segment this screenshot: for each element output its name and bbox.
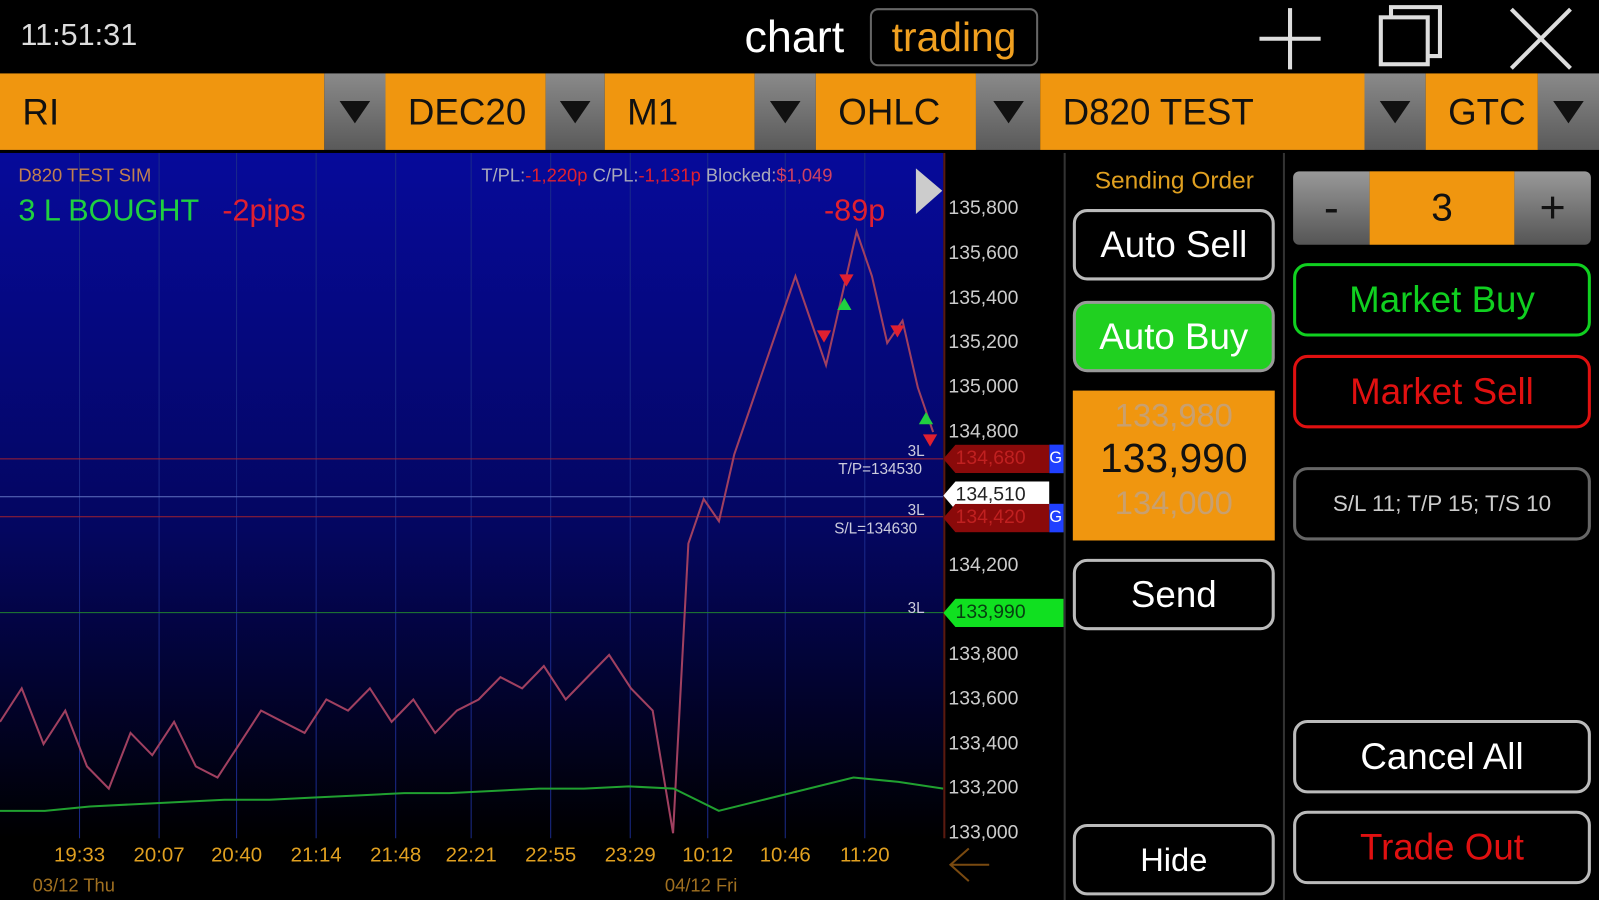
- x-tick-label: 23:29: [604, 844, 656, 867]
- hide-button[interactable]: Hide: [1072, 823, 1275, 896]
- send-button[interactable]: Send: [1072, 558, 1275, 631]
- y-tick-label: 135,800: [948, 198, 1019, 220]
- x-tick-label: 20:07: [133, 844, 185, 867]
- x-tick-label: 22:55: [525, 844, 577, 867]
- cpl-label: C/PL:: [592, 165, 639, 186]
- date-label-1: 03/12 Thu: [32, 874, 115, 896]
- x-tick-label: 11:20: [840, 844, 890, 867]
- market-sell-button[interactable]: Market Sell: [1293, 354, 1591, 429]
- duration-select[interactable]: GTC: [1425, 73, 1538, 150]
- sell-marker: [816, 330, 832, 343]
- price-series: [0, 227, 935, 834]
- play-icon[interactable]: [915, 168, 943, 215]
- chevron-down-icon[interactable]: [1364, 73, 1426, 150]
- sl-qty: 3L: [907, 501, 925, 520]
- qty-plus-button[interactable]: +: [1514, 171, 1591, 245]
- tp-badge: G: [1049, 444, 1064, 474]
- sl-label: S/L=134630: [834, 520, 918, 538]
- y-tick-label: 135,200: [948, 331, 1019, 354]
- sl-badge: G: [1049, 503, 1064, 533]
- y-tick-label: 133,600: [948, 688, 1019, 710]
- pl-summary: T/PL:-1,220p C/PL:-1,131p Blocked:$1,049: [481, 165, 832, 186]
- close-icon[interactable]: [1507, 5, 1574, 72]
- y-tick-label: 133,000: [948, 821, 1019, 844]
- blocked-value: $1,049: [776, 165, 833, 186]
- y-tick-label: 134,800: [948, 420, 1019, 443]
- qty-minus-button[interactable]: -: [1293, 171, 1370, 245]
- tp-label: T/P=134530: [838, 460, 923, 479]
- x-tick-label: 10:46: [759, 844, 811, 867]
- qty-value[interactable]: 3: [1369, 171, 1515, 245]
- account-label: D820 TEST SIM: [18, 165, 152, 186]
- bracket-settings-button[interactable]: S/L 11; T/P 15; T/S 10: [1293, 467, 1591, 541]
- window-icon[interactable]: [1377, 3, 1444, 70]
- sell-marker: [839, 274, 854, 287]
- position-label: 3 L BOUGHT: [18, 193, 200, 228]
- sl-price-tag[interactable]: 134,420: [943, 503, 1050, 533]
- tp-price-tag[interactable]: 134,680: [943, 444, 1050, 474]
- entry-price-tag: 133,990: [943, 598, 1064, 628]
- x-tick-label: 19:33: [54, 844, 106, 867]
- auto-buy-button[interactable]: Auto Buy: [1072, 300, 1275, 373]
- price-chart[interactable]: [0, 0, 944, 900]
- sell-marker: [922, 434, 938, 447]
- chevron-down-icon[interactable]: [975, 73, 1041, 150]
- y-tick-label: 135,000: [948, 376, 1019, 398]
- plus-icon[interactable]: [1256, 5, 1323, 72]
- date-label-2: 04/12 Fri: [664, 874, 738, 896]
- market-buy-button[interactable]: Market Buy: [1293, 263, 1591, 337]
- bid-price[interactable]: 133,980: [1073, 397, 1275, 435]
- y-tick-label: 133,200: [948, 777, 1019, 799]
- order-status: Sending Order: [1094, 167, 1254, 195]
- blocked-label: Blocked:: [705, 165, 777, 186]
- x-tick-label: 22:21: [445, 844, 497, 867]
- trade-out-button[interactable]: Trade Out: [1293, 810, 1591, 885]
- selected-price[interactable]: 133,990: [1073, 436, 1275, 482]
- x-tick-label: 21:14: [290, 844, 342, 867]
- pips-label: -2pips: [222, 193, 306, 228]
- account-select[interactable]: D820 TEST: [1040, 73, 1365, 150]
- buy-marker: [918, 411, 934, 425]
- open-pl: -89p: [823, 193, 886, 228]
- cpl-value: -1,131p: [638, 165, 701, 186]
- tpl-value: -1,220p: [525, 165, 588, 186]
- price-ladder: 133,980 133,990 134,000: [1072, 390, 1275, 541]
- y-tick-label: 135,600: [948, 242, 1019, 265]
- ask-price[interactable]: 134,000: [1073, 484, 1275, 522]
- auto-sell-button[interactable]: Auto Sell: [1072, 209, 1275, 281]
- y-tick-label: 135,400: [948, 287, 1019, 309]
- chevron-down-icon[interactable]: [1537, 73, 1599, 150]
- y-tick-label: 133,800: [948, 643, 1019, 666]
- tp-qty: 3L: [907, 442, 925, 460]
- entry-qty: 3L: [907, 599, 925, 617]
- x-tick-label: 10:12: [682, 844, 734, 867]
- tpl-label: T/PL:: [481, 165, 526, 186]
- trading-app: 11:51:31 chart trading RI DEC20 M1 OHLC …: [0, 0, 1599, 900]
- y-tick-label: 133,400: [948, 732, 1019, 755]
- scroll-back-icon[interactable]: [946, 844, 991, 885]
- cancel-all-button[interactable]: Cancel All: [1293, 719, 1591, 794]
- x-tick-label: 21:48: [370, 844, 422, 867]
- y-tick-label: 134,200: [948, 554, 1019, 576]
- x-tick-label: 20:40: [211, 844, 263, 867]
